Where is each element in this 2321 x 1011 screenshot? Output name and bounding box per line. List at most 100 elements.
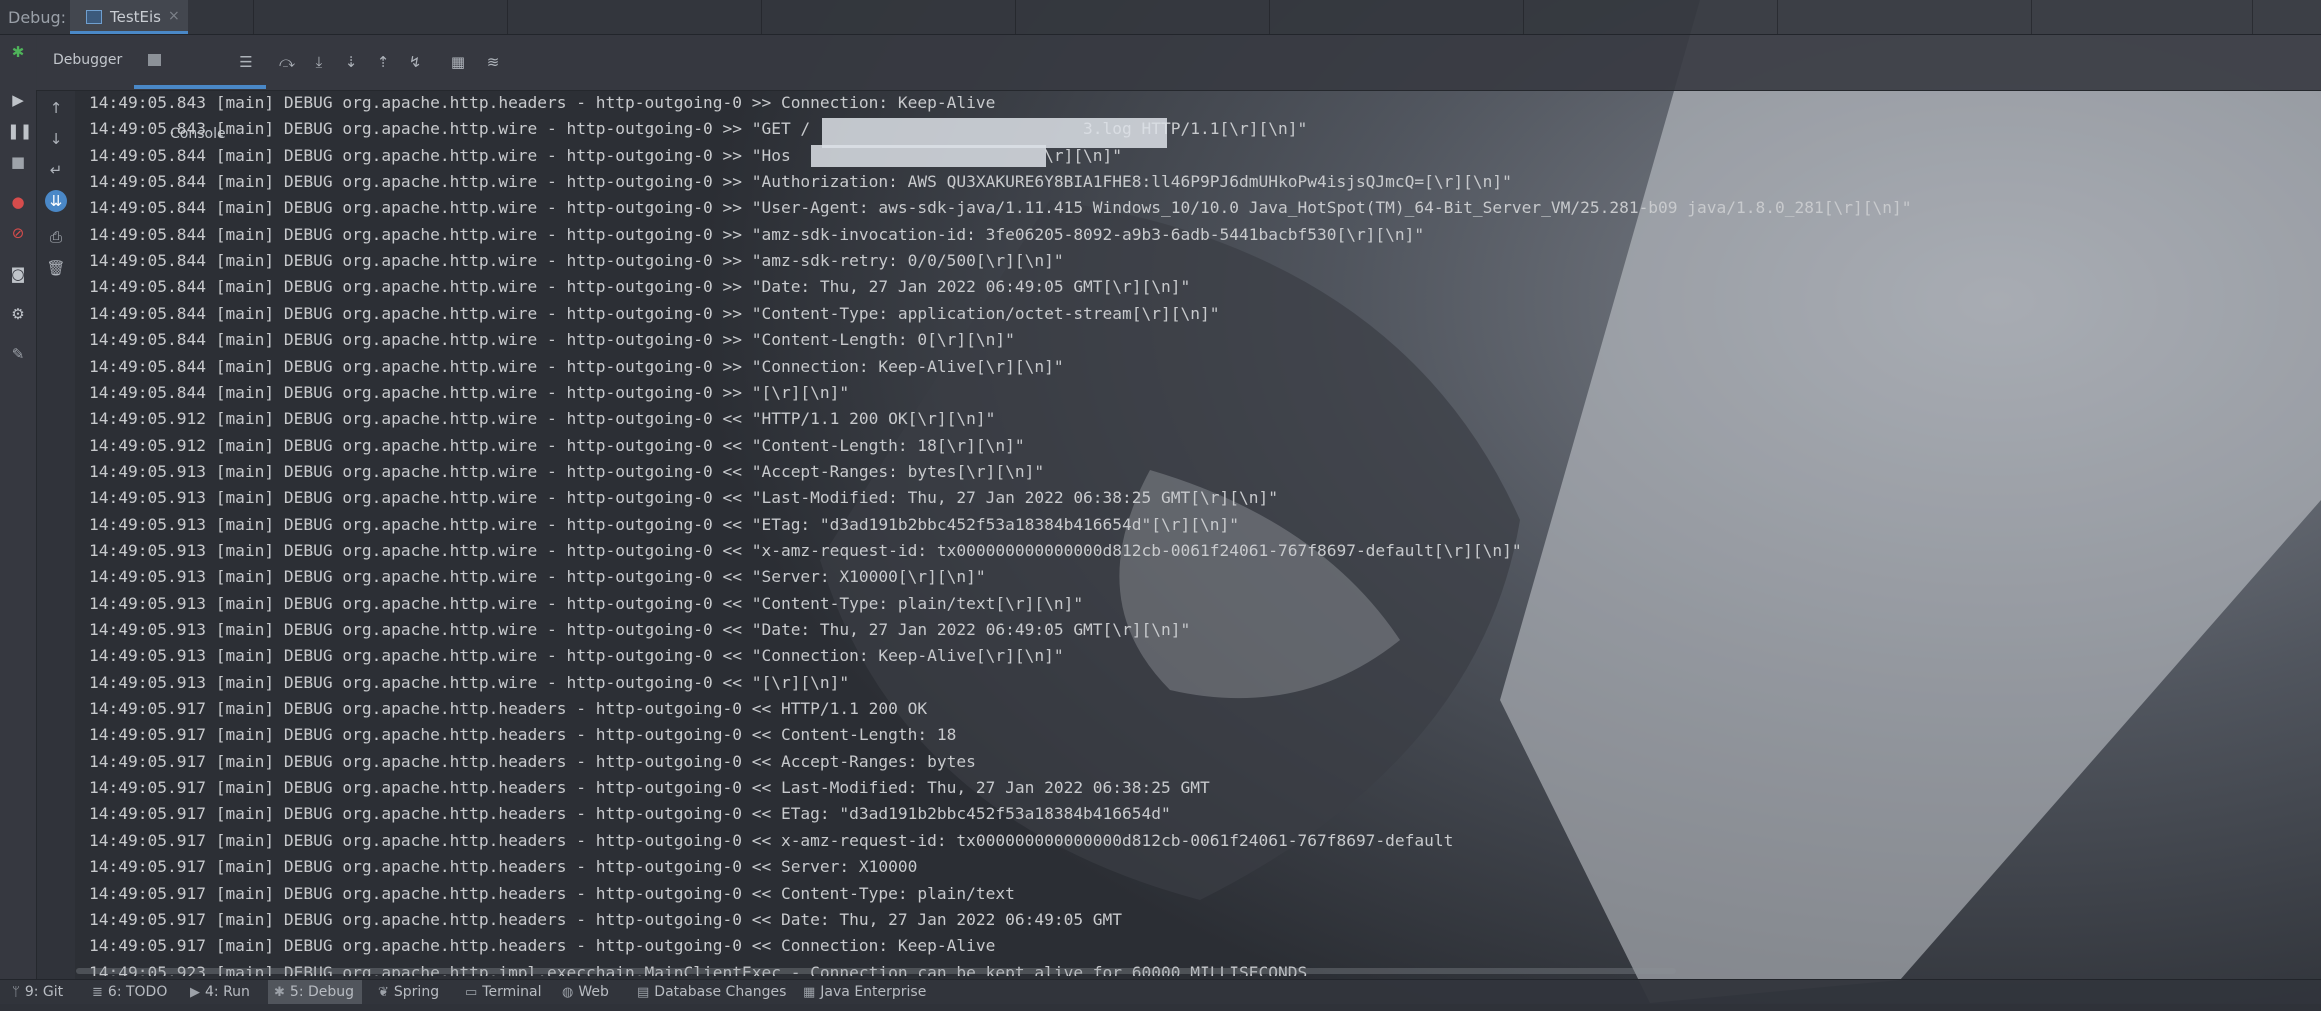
- run-to-cursor-icon[interactable]: ↯: [404, 51, 426, 73]
- console-line: 14:49:05.917 [main] DEBUG org.apache.htt…: [89, 936, 996, 956]
- trash-icon[interactable]: 🗑: [45, 257, 67, 279]
- console-line: 14:49:05.917 [main] DEBUG org.apache.htt…: [89, 883, 1015, 903]
- pin-icon[interactable]: ✎: [7, 343, 29, 365]
- tab-debugger[interactable]: Debugger: [53, 52, 122, 68]
- tool-java-enterprise-label: Java Enterprise: [820, 984, 927, 1000]
- redaction-block: [822, 118, 1167, 148]
- divider: [1523, 0, 1524, 34]
- console-line: 14:49:05.844 [main] DEBUG org.apache.htt…: [89, 303, 1220, 323]
- console-line: 14:49:05.844 [main] DEBUG org.apache.htt…: [89, 330, 1015, 350]
- console-line: 14:49:05.917 [main] DEBUG org.apache.htt…: [89, 804, 1171, 824]
- tool-database-changes-label: Database Changes: [654, 984, 787, 1000]
- close-icon[interactable]: ×: [168, 8, 180, 24]
- git-icon: ᛘ: [12, 985, 20, 1000]
- evaluate-expression-icon[interactable]: ▦: [447, 51, 469, 73]
- active-tab-indicator: [134, 85, 266, 89]
- debug-actions-strip: ✱ ▶ ❚❚ ■ ● ⊘ ◙ ⚙ ✎: [0, 35, 37, 980]
- console-output[interactable]: 14:49:05.843 [main] DEBUG org.apache.htt…: [76, 91, 2321, 976]
- debug-icon: ✱: [274, 985, 285, 1000]
- arrow-down-icon[interactable]: ↓: [45, 128, 67, 150]
- tool-terminal-label: Terminal: [482, 984, 542, 1000]
- spring-icon: ❦: [378, 985, 389, 1000]
- globe-icon: ◍: [562, 985, 574, 1000]
- console-line: 14:49:05.917 [main] DEBUG org.apache.htt…: [89, 699, 928, 719]
- console-line: 14:49:05.844 [main] DEBUG org.apache.htt…: [89, 277, 1191, 297]
- divider: [2031, 0, 2032, 34]
- database-icon: ▤: [637, 985, 650, 1000]
- tool-terminal[interactable]: ▭ Terminal: [465, 984, 541, 1000]
- redaction-block: [811, 145, 1046, 167]
- terminal-icon: ▭: [465, 985, 478, 1000]
- console-line: 14:49:05.913 [main] DEBUG org.apache.htt…: [89, 646, 1064, 666]
- tool-debug-label: 5: Debug: [289, 984, 355, 1000]
- tool-window-bar: ᛘ 9: Git ≣ 6: TODO ▶ 4: Run ✱ 5: Debug ❦ Spri…: [0, 979, 2321, 1004]
- console-line: 14:49:05.913 [main] DEBUG org.apache.htt…: [89, 540, 1522, 560]
- tool-run[interactable]: ▶ 4: Run: [190, 984, 250, 1000]
- divider: [761, 0, 762, 34]
- pause-icon[interactable]: ❚❚: [7, 120, 32, 142]
- tool-web-label: Web: [578, 984, 609, 1000]
- divider: [2252, 0, 2253, 34]
- mute-breakpoints-icon[interactable]: ⊘: [7, 222, 29, 244]
- tool-todo-label: 6: TODO: [107, 984, 168, 1000]
- console-line: 14:49:05.913 [main] DEBUG org.apache.htt…: [89, 567, 986, 587]
- debug-tab-bar: Debug: TestEis ×: [0, 0, 2321, 35]
- tool-spring-label: Spring: [393, 984, 440, 1000]
- tab-testeis[interactable]: TestEis ×: [70, 0, 188, 34]
- console-actions-strip: ↑ ↓ ↵ ⇊ ⎙ 🗑: [37, 91, 75, 980]
- console-line: 14:49:05.912 [main] DEBUG org.apache.htt…: [89, 435, 1025, 455]
- camera-icon[interactable]: ◙: [7, 263, 29, 285]
- tool-spring[interactable]: ❦ Spring: [378, 984, 439, 1000]
- tool-git-label: 9: Git: [24, 984, 64, 1000]
- run-config-icon: [86, 10, 102, 24]
- bug-icon[interactable]: ✱: [7, 41, 29, 63]
- trace-icon[interactable]: ≋: [482, 51, 504, 73]
- console-line: 14:49:05.844 [main] DEBUG org.apache.htt…: [89, 198, 1912, 218]
- tab-title: TestEis: [110, 8, 161, 26]
- console-line: 14:49:05.844 [main] DEBUG org.apache.htt…: [89, 356, 1064, 376]
- arrow-up-icon[interactable]: ↑: [45, 97, 67, 119]
- console-line: 14:49:05.913 [main] DEBUG org.apache.htt…: [89, 461, 1045, 481]
- console-icon: [148, 54, 161, 66]
- console-line: 14:49:05.913 [main] DEBUG org.apache.htt…: [89, 620, 1191, 639]
- gear-icon[interactable]: ⚙: [7, 303, 29, 325]
- todo-icon: ≣: [92, 985, 103, 1000]
- java-enterprise-icon: ▦: [803, 985, 816, 1000]
- step-out-icon[interactable]: ⇡: [372, 51, 394, 73]
- console-line: 14:49:05.843 [main] DEBUG org.apache.htt…: [89, 93, 996, 112]
- console-line: 14:49:05.917 [main] DEBUG org.apache.htt…: [89, 778, 1210, 798]
- divider: [1015, 0, 1016, 34]
- console-line: 14:49:05.913 [main] DEBUG org.apache.htt…: [89, 514, 1239, 534]
- tool-todo[interactable]: ≣ 6: TODO: [92, 984, 167, 1000]
- run-icon: ▶: [190, 985, 200, 1000]
- console-line: 14:49:05.917 [main] DEBUG org.apache.htt…: [89, 857, 918, 877]
- console-line: 14:49:05.917 [main] DEBUG org.apache.htt…: [89, 830, 1454, 850]
- console-line: 14:49:05.917 [main] DEBUG org.apache.htt…: [89, 909, 1123, 929]
- resume-icon[interactable]: ▶: [7, 89, 29, 111]
- soft-wrap-icon[interactable]: ↵: [45, 159, 67, 181]
- tool-debug[interactable]: ✱ 5: Debug: [268, 980, 363, 1004]
- horizontal-scrollbar[interactable]: [76, 968, 1676, 974]
- step-over-icon[interactable]: ⤓: [308, 51, 330, 73]
- tool-web[interactable]: ◍ Web: [562, 984, 609, 1000]
- console-line: 14:49:05.844 [main] DEBUG org.apache.htt…: [89, 251, 1064, 271]
- tool-java-enterprise[interactable]: ▦ Java Enterprise: [803, 984, 926, 1000]
- debug-toolbar: Debugger Console ☰ ⤼ ⤓ ⇣ ⇡ ↯ ▦ ≋: [36, 35, 2321, 142]
- console-line: 14:49:05.844 [main] DEBUG org.apache.htt…: [89, 172, 1512, 192]
- console-line: 14:49:05.917 [main] DEBUG org.apache.htt…: [89, 751, 976, 771]
- step-into-icon[interactable]: ⇣: [340, 51, 362, 73]
- show-execution-point-icon[interactable]: ⤼: [276, 51, 298, 73]
- console-line: 14:49:05.913 [main] DEBUG org.apache.htt…: [89, 488, 1278, 508]
- tool-git[interactable]: ᛘ 9: Git: [12, 984, 63, 1000]
- divider: [253, 0, 254, 34]
- tool-run-label: 4: Run: [205, 984, 250, 1000]
- scroll-to-end-icon[interactable]: ⇊: [45, 190, 67, 212]
- tool-database-changes[interactable]: ▤ Database Changes: [637, 984, 786, 1000]
- console-line: 14:49:05.917 [main] DEBUG org.apache.htt…: [89, 725, 957, 745]
- print-icon[interactable]: ⎙: [45, 226, 67, 248]
- stop-icon[interactable]: ■: [7, 151, 29, 173]
- debug-label: Debug:: [8, 8, 67, 27]
- menu-icon[interactable]: ☰: [235, 51, 257, 73]
- console-line: 14:49:05.913 [main] DEBUG org.apache.htt…: [89, 672, 850, 692]
- view-breakpoints-icon[interactable]: ●: [7, 191, 29, 213]
